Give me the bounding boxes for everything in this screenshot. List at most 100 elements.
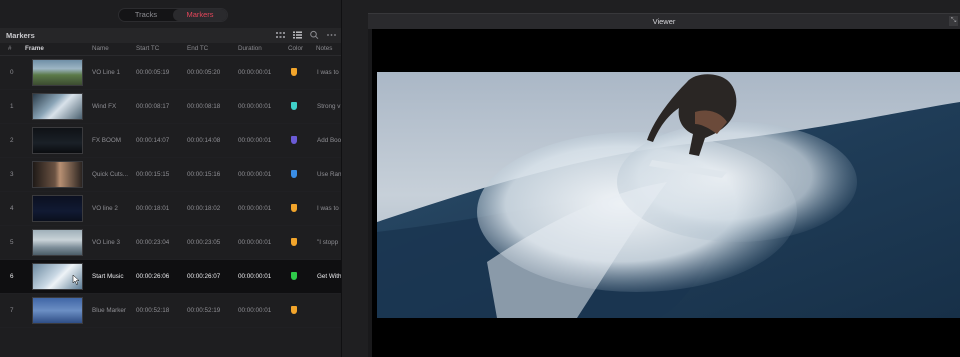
marker-thumbnail [32,59,83,86]
col-index[interactable]: # [8,45,12,52]
markers-list: 0 VO Line 1 00:00:05:19 00:00:05:20 00:0… [0,56,341,328]
col-frame[interactable]: Frame [25,45,44,52]
marker-name: VO Line 1 [92,69,121,76]
marker-note: Get With [317,273,341,280]
markers-title: Markers [6,31,35,40]
col-name[interactable]: Name [92,45,109,52]
marker-end-tc: 00:00:23:05 [187,239,221,246]
marker-row[interactable]: 4 VO line 2 00:00:18:01 00:00:18:02 00:0… [0,192,341,226]
column-header: # Frame Name Start TC End TC Duration Co… [0,43,341,56]
marker-thumbnail [32,297,83,324]
marker-name: VO line 2 [92,205,118,212]
surfer-wave-image [377,72,960,318]
marker-color-flag[interactable] [291,136,297,144]
tab-tracks[interactable]: Tracks [119,9,173,21]
marker-duration: 00:00:00:01 [238,69,272,76]
marker-row[interactable]: 2 FX BOOM 00:00:14:07 00:00:14:08 00:00:… [0,124,341,158]
marker-row[interactable]: 3 Quick Cuts... 00:00:15:15 00:00:15:16 … [0,158,341,192]
panel-divider[interactable] [341,0,368,357]
marker-index: 1 [10,103,14,110]
video-frame[interactable] [377,72,960,318]
marker-end-tc: 00:00:15:16 [187,171,221,178]
marker-index: 3 [10,171,14,178]
marker-name: Blue Marker [92,307,126,314]
marker-start-tc: 00:00:08:17 [136,103,170,110]
marker-note: Strong v [317,103,341,110]
marker-index: 5 [10,239,14,246]
marker-end-tc: 00:00:18:02 [187,205,221,212]
viewer-titlebar: Viewer ⤡ [368,13,960,29]
more-options-icon[interactable] [326,30,337,40]
marker-note: "I stopp [317,239,339,246]
marker-end-tc: 00:00:08:18 [187,103,221,110]
marker-start-tc: 00:00:26:06 [136,273,170,280]
marker-note: Use Ran [317,171,341,178]
markers-panel: Tracks Markers Markers # Frame Name Star… [0,0,341,357]
marker-name: Wind FX [92,103,117,110]
marker-duration: 00:00:00:01 [238,171,272,178]
marker-row[interactable]: 7 Blue Marker 00:00:52:18 00:00:52:19 00… [0,294,341,328]
marker-start-tc: 00:00:52:18 [136,307,170,314]
marker-name: Start Music [92,273,124,280]
marker-duration: 00:00:00:01 [238,205,272,212]
marker-start-tc: 00:00:23:04 [136,239,170,246]
marker-color-flag[interactable] [291,272,297,280]
marker-thumbnail [32,127,83,154]
marker-start-tc: 00:00:18:01 [136,205,170,212]
marker-end-tc: 00:00:14:08 [187,137,221,144]
marker-color-flag[interactable] [291,238,297,246]
col-color[interactable]: Color [288,45,303,52]
marker-row[interactable]: 5 VO Line 3 00:00:23:04 00:00:23:05 00:0… [0,226,341,260]
marker-row[interactable]: 1 Wind FX 00:00:08:17 00:00:08:18 00:00:… [0,90,341,124]
viewer-stage [372,29,960,357]
marker-duration: 00:00:00:01 [238,273,272,280]
marker-color-flag[interactable] [291,204,297,212]
viewer-top-strip [368,0,960,13]
marker-duration: 00:00:00:01 [238,307,272,314]
col-end-tc[interactable]: End TC [187,45,208,52]
viewer-title: Viewer [652,17,676,26]
marker-row[interactable]: 0 VO Line 1 00:00:05:19 00:00:05:20 00:0… [0,56,341,90]
marker-note: I was to [317,69,339,76]
marker-thumbnail [32,229,83,256]
marker-note: Add Boo [317,137,341,144]
marker-end-tc: 00:00:52:19 [187,307,221,314]
marker-name: VO Line 3 [92,239,121,246]
marker-end-tc: 00:00:26:07 [187,273,221,280]
marker-color-flag[interactable] [291,170,297,178]
marker-color-flag[interactable] [291,68,297,76]
marker-duration: 00:00:00:01 [238,103,272,110]
tab-switch: Tracks Markers [118,8,228,22]
marker-index: 0 [10,69,14,76]
marker-duration: 00:00:00:01 [238,137,272,144]
grid-view-icon[interactable] [275,30,286,40]
marker-start-tc: 00:00:15:15 [136,171,170,178]
search-icon[interactable] [309,30,320,40]
marker-index: 4 [10,205,14,212]
marker-note: I was to [317,205,339,212]
col-notes[interactable]: Notes [316,45,332,52]
marker-start-tc: 00:00:14:07 [136,137,170,144]
markers-toolbar [275,30,337,40]
marker-index: 6 [10,273,14,280]
marker-duration: 00:00:00:01 [238,239,272,246]
viewer-expand-icon[interactable]: ⤡ [949,16,958,26]
marker-name: Quick Cuts... [92,171,129,178]
tab-bar: Tracks Markers [0,0,341,26]
marker-index: 7 [10,307,14,314]
marker-index: 2 [10,137,14,144]
col-start-tc[interactable]: Start TC [136,45,159,52]
marker-thumbnail [32,161,83,188]
markers-header: Markers [0,28,341,43]
marker-row-selected[interactable]: 6 Start Music 00:00:26:06 00:00:26:07 00… [0,260,341,294]
marker-color-flag[interactable] [291,102,297,110]
marker-end-tc: 00:00:05:20 [187,69,221,76]
marker-start-tc: 00:00:05:19 [136,69,170,76]
mouse-cursor-icon [72,275,80,285]
viewer-panel: Viewer ⤡ [368,0,960,357]
list-view-icon[interactable] [292,30,303,40]
marker-name: FX BOOM [92,137,122,144]
marker-color-flag[interactable] [291,306,297,314]
col-duration[interactable]: Duration [238,45,262,52]
tab-markers[interactable]: Markers [173,9,227,21]
